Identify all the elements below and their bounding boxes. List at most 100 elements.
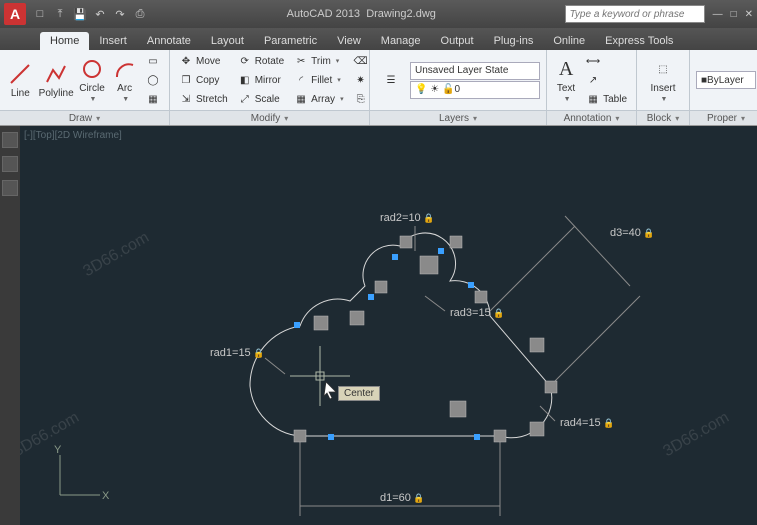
panel-modify: ✥Move ❐Copy ⇲Stretch ⟳Rotate ◧Mirror ⤢Sc… xyxy=(170,50,370,125)
insert-button[interactable]: ⬚ Insert▼ xyxy=(643,52,683,108)
text-button[interactable]: A Text▼ xyxy=(553,52,579,108)
mirror-icon: ◧ xyxy=(238,73,252,87)
tab-manage[interactable]: Manage xyxy=(371,32,431,50)
circle-icon xyxy=(80,57,104,81)
scale-icon: ⤢ xyxy=(238,92,252,106)
ellipse-button[interactable]: ◯ xyxy=(143,71,163,89)
tab-parametric[interactable]: Parametric xyxy=(254,32,327,50)
panel-modify-label[interactable]: Modify xyxy=(170,110,369,125)
text-icon: A xyxy=(554,57,578,81)
fillet-button[interactable]: ◜Fillet▾ xyxy=(291,71,346,89)
insert-icon: ⬚ xyxy=(651,57,675,81)
rail-button-2[interactable] xyxy=(2,156,18,172)
rectangle-button[interactable]: ▭ xyxy=(143,52,163,70)
close-icon[interactable]: ✕ xyxy=(745,9,753,20)
stretch-icon: ⇲ xyxy=(179,92,193,106)
hatch-button[interactable]: ▦ xyxy=(143,90,163,108)
panel-draw-label[interactable]: Draw xyxy=(0,110,169,125)
search-input[interactable] xyxy=(565,5,705,23)
panel-properties-label[interactable]: Proper xyxy=(690,110,757,125)
drawing-canvas[interactable]: [-][Top][2D Wireframe] d3=40 🔒 d1=60 🔒 r… xyxy=(20,126,757,525)
fillet-icon: ◜ xyxy=(294,73,308,87)
layer-state-dropdown[interactable]: Unsaved Layer State xyxy=(410,62,540,80)
trim-button[interactable]: ✂Trim▾ xyxy=(291,52,346,70)
offset-button[interactable]: ⎘ xyxy=(351,90,371,108)
maximize-icon[interactable]: □ xyxy=(731,9,737,20)
stretch-button[interactable]: ⇲Stretch xyxy=(176,90,231,108)
color-dropdown[interactable]: ■ ByLayer xyxy=(696,71,756,89)
left-tool-rail xyxy=(0,126,20,525)
tab-express[interactable]: Express Tools xyxy=(595,32,683,50)
ellipse-icon: ◯ xyxy=(146,73,160,87)
explode-button[interactable]: ✷ xyxy=(351,71,371,89)
copy-button[interactable]: ❐Copy xyxy=(176,71,231,89)
hatch-icon: ▦ xyxy=(146,92,160,106)
erase-button[interactable]: ⌫ xyxy=(351,52,371,70)
app-menu-button[interactable]: A xyxy=(4,3,26,25)
trim-icon: ✂ xyxy=(294,54,308,68)
tab-view[interactable]: View xyxy=(327,32,371,50)
dim-rad4: rad4=15 🔒 xyxy=(560,417,614,429)
ribbon: Line Polyline Circle▼ Arc▼ ▭ ◯ ▦ Draw xyxy=(0,50,757,126)
minimize-icon[interactable]: — xyxy=(713,9,723,20)
redo-icon[interactable]: ↷ xyxy=(112,6,128,22)
layer-current-dropdown[interactable]: 💡 ☀ 🔓 0 xyxy=(410,81,540,99)
scale-button[interactable]: ⤢Scale xyxy=(235,90,287,108)
svg-text:X: X xyxy=(102,490,110,502)
save-icon[interactable]: 💾 xyxy=(72,6,88,22)
dimension-button[interactable]: ⟷ xyxy=(583,52,630,70)
mirror-button[interactable]: ◧Mirror xyxy=(235,71,287,89)
panel-properties: ■ ByLayer Proper xyxy=(690,50,757,125)
rectangle-icon: ▭ xyxy=(146,54,160,68)
drawing-svg: d3=40 🔒 d1=60 🔒 rad1=15 🔒 rad2=10 🔒 rad3… xyxy=(20,126,757,525)
tab-layout[interactable]: Layout xyxy=(201,32,254,50)
table-button[interactable]: ▦Table xyxy=(583,90,630,108)
quick-access-toolbar: □ ⤒ 💾 ↶ ↷ ⎙ xyxy=(32,6,148,22)
polyline-button[interactable]: Polyline xyxy=(39,52,74,108)
panel-annotation-label[interactable]: Annotation xyxy=(547,110,636,125)
arc-button[interactable]: Arc▼ xyxy=(110,52,139,108)
window-title: AutoCAD 2013 Drawing2.dwg xyxy=(158,8,565,20)
tab-plugins[interactable]: Plug-ins xyxy=(484,32,544,50)
offset-icon: ⎘ xyxy=(354,92,368,106)
rail-button-1[interactable] xyxy=(2,132,18,148)
leader-button[interactable]: ↗ xyxy=(583,71,630,89)
plot-icon[interactable]: ⎙ xyxy=(132,6,148,22)
tab-insert[interactable]: Insert xyxy=(89,32,137,50)
undo-icon[interactable]: ↶ xyxy=(92,6,108,22)
title-bar: A □ ⤒ 💾 ↶ ↷ ⎙ AutoCAD 2013 Drawing2.dwg … xyxy=(0,0,757,28)
tab-home[interactable]: Home xyxy=(40,32,89,50)
explode-icon: ✷ xyxy=(354,73,368,87)
rail-button-3[interactable] xyxy=(2,180,18,196)
layer-properties-button[interactable]: ☰ xyxy=(376,52,406,108)
tab-output[interactable]: Output xyxy=(431,32,484,50)
window-controls: — □ ✕ xyxy=(713,9,753,20)
circle-button[interactable]: Circle▼ xyxy=(78,52,107,108)
panel-annotation: A Text▼ ⟷ ↗ ▦Table Annotation xyxy=(547,50,637,125)
line-button[interactable]: Line xyxy=(6,52,35,108)
tab-online[interactable]: Online xyxy=(543,32,595,50)
rotate-icon: ⟳ xyxy=(238,54,252,68)
array-button[interactable]: ▦Array▾ xyxy=(291,90,346,108)
tab-annotate[interactable]: Annotate xyxy=(137,32,201,50)
panel-layers-label[interactable]: Layers xyxy=(370,110,546,125)
new-icon[interactable]: □ xyxy=(32,6,48,22)
erase-icon: ⌫ xyxy=(354,54,368,68)
move-button[interactable]: ✥Move xyxy=(176,52,231,70)
svg-text:d3=40 🔒: d3=40 🔒 xyxy=(610,227,655,239)
table-icon: ▦ xyxy=(586,92,600,106)
rotate-button[interactable]: ⟳Rotate xyxy=(235,52,287,70)
move-icon: ✥ xyxy=(179,54,193,68)
panel-block-label[interactable]: Block xyxy=(637,110,689,125)
polyline-icon xyxy=(44,62,68,86)
copy-icon: ❐ xyxy=(179,73,193,87)
dim-rad3: rad3=15 🔒 xyxy=(450,307,504,319)
dim-rad1: rad1=15 🔒 xyxy=(210,347,264,359)
open-icon[interactable]: ⤒ xyxy=(52,6,68,22)
dimension-icon: ⟷ xyxy=(586,54,600,68)
line-icon xyxy=(8,62,32,86)
ribbon-tabs: Home Insert Annotate Layout Parametric V… xyxy=(0,28,757,50)
panel-block: ⬚ Insert▼ Block xyxy=(637,50,690,125)
panel-layers: ☰ Unsaved Layer State 💡 ☀ 🔓 0 Layers xyxy=(370,50,547,125)
arc-icon xyxy=(113,57,137,81)
